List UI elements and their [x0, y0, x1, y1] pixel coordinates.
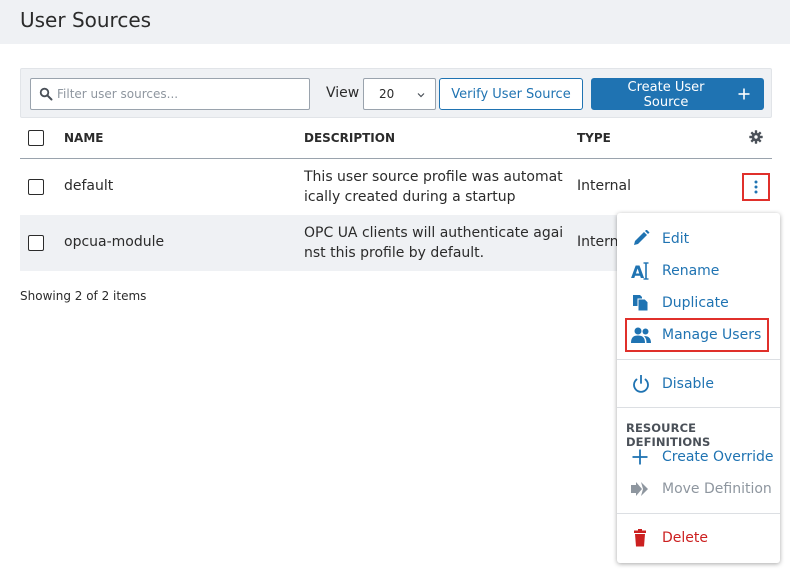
menu-item-disable-label: Disable [662, 376, 714, 392]
menu-item-move-definition-label: Move Definition [662, 481, 772, 497]
column-header-type[interactable]: TYPE [577, 131, 611, 145]
select-all-checkbox[interactable] [28, 130, 44, 146]
create-user-source-label: Create User Source [627, 80, 705, 110]
column-header-name[interactable]: NAME [64, 131, 103, 145]
row-checkbox[interactable] [28, 179, 44, 195]
pencil-icon [634, 230, 650, 245]
chevron-down-icon [417, 93, 425, 98]
double-arrow-icon [631, 482, 648, 496]
row-description: OPC UA clients will authenticate against… [304, 225, 564, 261]
row-actions-menu: Edit A Rename Duplicate Manage Users Dis… [617, 213, 780, 563]
row-description: This user source profile was automatical… [304, 169, 563, 205]
menu-item-create-override-label: Create Override [662, 449, 774, 465]
row-name: opcua-module [64, 234, 165, 250]
menu-item-disable[interactable]: Disable [617, 369, 780, 399]
row-actions-button[interactable] [742, 173, 770, 201]
menu-item-edit-label: Edit [662, 231, 690, 247]
svg-text:A: A [631, 263, 645, 280]
view-label: View [326, 85, 360, 101]
menu-item-move-definition[interactable]: Move Definition [617, 474, 780, 504]
items-count: Showing 2 of 2 items [20, 289, 147, 303]
kebab-icon [754, 180, 758, 194]
row-name: default [64, 178, 114, 194]
rename-icon: A [631, 262, 649, 280]
users-icon [631, 327, 651, 343]
menu-divider [617, 407, 780, 408]
gear-icon[interactable] [749, 130, 763, 144]
filter-search[interactable] [30, 78, 310, 110]
create-user-source-button[interactable]: Create User Source [591, 78, 764, 110]
row-type: Internal [577, 178, 631, 194]
filter-input[interactable] [57, 79, 305, 109]
table-row[interactable]: default This user source profile was aut… [20, 159, 772, 215]
menu-item-delete-label: Delete [662, 530, 708, 546]
power-icon [633, 375, 649, 393]
search-icon [39, 87, 53, 101]
verify-user-source-label: Verify User Source [451, 86, 571, 102]
menu-divider [617, 359, 780, 360]
table-header: NAME DESCRIPTION TYPE [20, 118, 772, 159]
menu-divider [617, 513, 780, 514]
page-size-select[interactable]: 20 [363, 78, 436, 110]
page-size-value: 20 [379, 87, 395, 101]
menu-item-create-override[interactable]: Create Override [617, 442, 780, 472]
menu-item-manage-users-label: Manage Users [662, 327, 762, 343]
menu-item-edit[interactable]: Edit [617, 224, 780, 254]
menu-item-rename[interactable]: A Rename [617, 256, 780, 286]
toolbar: View 20 Verify User Source Create User S… [20, 68, 772, 118]
trash-icon [634, 529, 646, 547]
menu-item-duplicate[interactable]: Duplicate [617, 288, 780, 318]
row-checkbox[interactable] [28, 235, 44, 251]
plus-icon [738, 88, 750, 100]
menu-item-manage-users[interactable]: Manage Users [625, 318, 769, 352]
duplicate-icon [633, 295, 649, 312]
menu-item-delete[interactable]: Delete [617, 523, 780, 553]
plus-icon [632, 449, 648, 465]
page-header: User Sources [0, 0, 790, 44]
verify-user-source-button[interactable]: Verify User Source [439, 78, 583, 110]
menu-item-duplicate-label: Duplicate [662, 295, 729, 311]
page-title: User Sources [20, 8, 152, 32]
column-header-description[interactable]: DESCRIPTION [304, 131, 395, 145]
menu-item-rename-label: Rename [662, 263, 720, 279]
